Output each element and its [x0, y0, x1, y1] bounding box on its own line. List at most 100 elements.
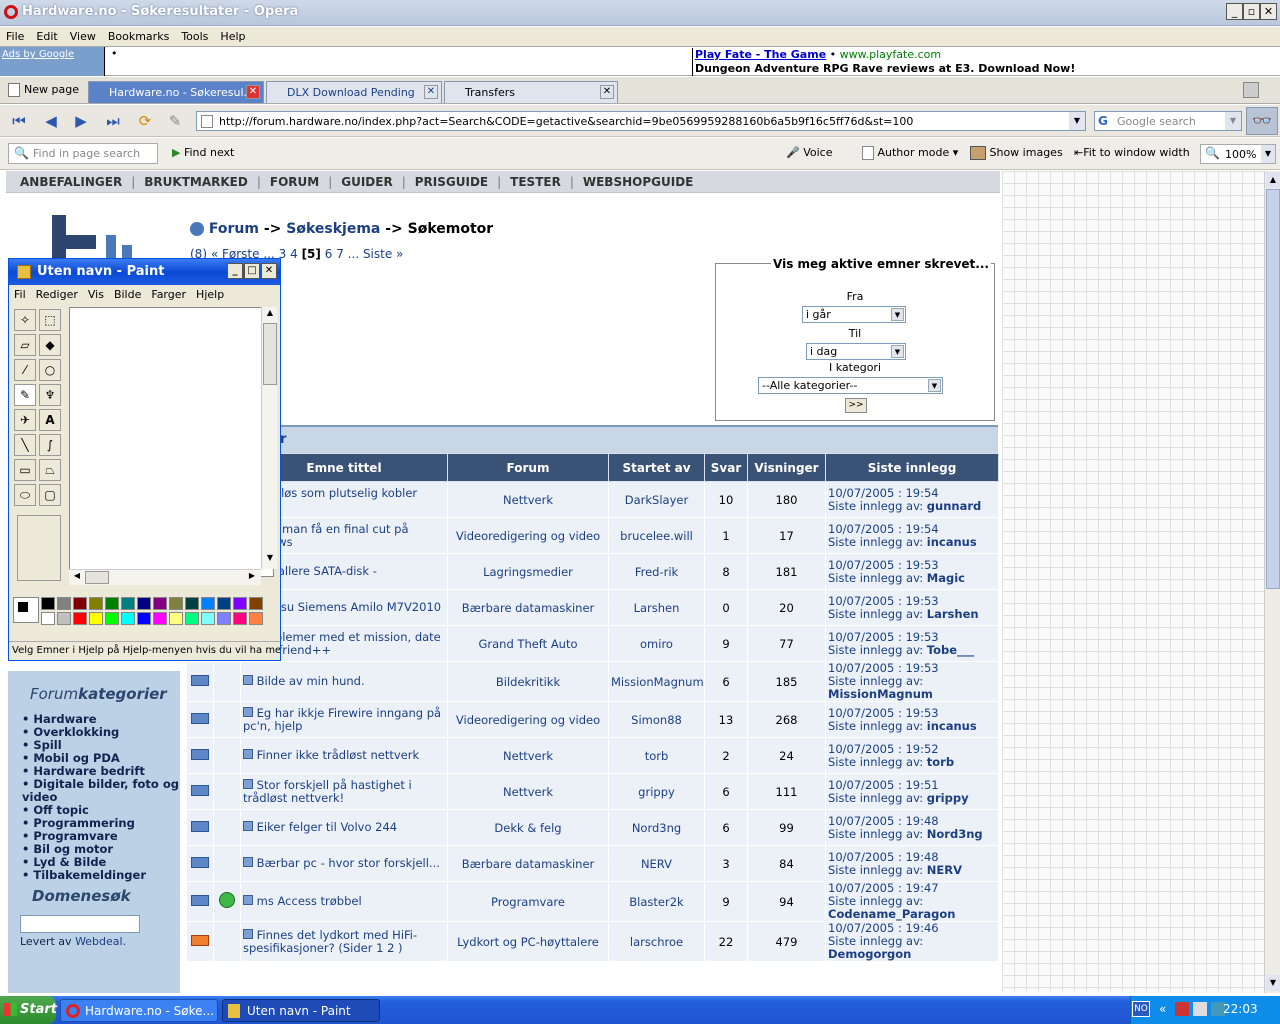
topic-title[interactable]: Eg har ikkje Firewire inngang på pc'n, h…: [243, 706, 441, 733]
brush-icon[interactable]: ♆: [39, 384, 61, 406]
topic-title[interactable]: Bilde av min hund.: [257, 674, 365, 688]
palette-color-swatch[interactable]: [201, 597, 215, 610]
page-7[interactable]: 7: [336, 247, 344, 261]
last-post-author[interactable]: Magic: [927, 571, 965, 585]
nav-prisguide[interactable]: PRISGUIDE: [415, 175, 488, 189]
last-post-author[interactable]: Nord3ng: [927, 827, 983, 841]
scroll-thumb[interactable]: [263, 323, 277, 385]
col-forum[interactable]: Forum: [447, 453, 609, 482]
scroll-left-icon[interactable]: ◀: [70, 571, 84, 585]
paint-menu-hjelp[interactable]: Hjelp: [191, 285, 229, 304]
nav-forum[interactable]: FORUM: [270, 175, 319, 189]
palette-color-swatch[interactable]: [153, 597, 167, 610]
palette-color-swatch[interactable]: [217, 597, 231, 610]
forward-icon[interactable]: ▶: [70, 111, 92, 131]
palette-color-swatch[interactable]: [185, 612, 199, 625]
scroll-down-icon[interactable]: ▼: [1266, 975, 1280, 991]
tray-expand-icon[interactable]: «: [1159, 1002, 1166, 1016]
rectangle-icon[interactable]: ▭: [14, 459, 36, 481]
category-item[interactable]: • Tilbakemeldinger: [22, 869, 182, 882]
palette-color-swatch[interactable]: [217, 612, 231, 625]
ad-url[interactable]: www.playfate.com: [840, 48, 941, 61]
last-post-author[interactable]: Tobe___: [927, 643, 975, 657]
topic-title[interactable]: Eiker felger til Volvo 244: [257, 820, 397, 834]
last-post-author[interactable]: Codename_Paragon: [828, 907, 955, 921]
search-dropdown-icon[interactable]: ▼: [1225, 112, 1241, 130]
topic-forum[interactable]: Programvare: [491, 895, 565, 909]
nav-bruktmarked[interactable]: BRUKTMARKED: [144, 175, 248, 189]
breadcrumb-sokeskjema[interactable]: Søkeskjema: [286, 221, 380, 237]
topic-title[interactable]: Finnes det lydkort med HiFi-spesifikasjo…: [243, 928, 417, 955]
topic-starter[interactable]: MissionMagnum: [611, 675, 704, 689]
topic-starter[interactable]: Blaster2k: [629, 895, 683, 909]
topic-forum[interactable]: Bærbare datamaskiner: [462, 601, 595, 615]
topic-starter[interactable]: Nord3ng: [632, 821, 681, 835]
paint-minimize-button[interactable]: _: [227, 263, 243, 279]
topic-starter[interactable]: grippy: [638, 785, 675, 799]
topic-forum[interactable]: Dekk & felg: [494, 821, 561, 835]
palette-color-swatch[interactable]: [169, 597, 183, 610]
topic-forum[interactable]: Grand Theft Auto: [478, 637, 577, 651]
menu-help[interactable]: Help: [214, 27, 251, 43]
palette-color-swatch[interactable]: [57, 597, 71, 610]
to-select[interactable]: i dag ▼: [806, 343, 906, 360]
page-scrollbar[interactable]: ▲ ▼: [1264, 171, 1280, 993]
topic-title[interactable]: Bærbar pc - hvor stor forskjell...: [257, 856, 440, 870]
palette-color-swatch[interactable]: [41, 597, 55, 610]
tool-options[interactable]: [17, 515, 61, 581]
line-icon[interactable]: ╲: [14, 434, 36, 456]
last-post-author[interactable]: grippy: [927, 791, 969, 805]
last-post-author[interactable]: incanus: [927, 535, 977, 549]
palette-color-swatch[interactable]: [89, 597, 103, 610]
palette-color-swatch[interactable]: [105, 597, 119, 610]
last-post-author[interactable]: gunnard: [927, 499, 981, 513]
last-post-author[interactable]: torb: [927, 755, 954, 769]
from-select[interactable]: i går ▼: [802, 306, 906, 323]
topic-forum[interactable]: Bærbare datamaskiner: [462, 857, 595, 871]
filter-go-button[interactable]: >>: [845, 398, 867, 413]
picker-icon[interactable]: ⁄: [14, 359, 36, 381]
fill-icon[interactable]: ◆: [39, 334, 61, 356]
palette-color-swatch[interactable]: [201, 612, 215, 625]
restore-button[interactable]: ▫: [1243, 3, 1260, 20]
paint-vscroll[interactable]: ▲ ▼: [261, 307, 277, 569]
address-field[interactable]: http://forum.hardware.no/index.php?act=S…: [196, 111, 1086, 131]
tab-dlx[interactable]: DLX Download Pending ✕: [266, 81, 442, 103]
tab-close-icon[interactable]: ✕: [600, 85, 614, 99]
nav-anbefalinger[interactable]: ANBEFALINGER: [20, 175, 122, 189]
rounded-rect-icon[interactable]: ▢: [39, 484, 61, 506]
menu-tools[interactable]: Tools: [175, 27, 214, 43]
palette-color-swatch[interactable]: [137, 597, 151, 610]
topic-starter[interactable]: torb: [645, 749, 669, 763]
zoom-dropdown-icon[interactable]: ▼: [1261, 145, 1275, 163]
tray-network-icon[interactable]: [1175, 1002, 1189, 1016]
scroll-up-icon[interactable]: ▲: [263, 308, 277, 322]
palette-color-swatch[interactable]: [73, 597, 87, 610]
find-input[interactable]: 🔍 Find in page search: [8, 143, 158, 164]
topic-title[interactable]: ms Access trøbbel: [257, 894, 362, 908]
eraser-icon[interactable]: ▱: [14, 334, 36, 356]
new-page-button[interactable]: New page: [8, 83, 79, 97]
fit-width-button[interactable]: ⇤Fit to window width: [1074, 146, 1190, 159]
back-icon[interactable]: ◀: [40, 111, 62, 131]
tray-volume-icon[interactable]: [1193, 1002, 1207, 1016]
breadcrumb-forum[interactable]: Forum: [209, 221, 259, 237]
menu-view[interactable]: View: [64, 27, 102, 43]
topic-starter[interactable]: larschroe: [630, 935, 683, 949]
topic-forum[interactable]: Videoredigering og video: [456, 713, 600, 727]
page-6[interactable]: 6: [325, 247, 333, 261]
last-post-author[interactable]: incanus: [927, 719, 977, 733]
language-indicator[interactable]: NO: [1132, 1001, 1150, 1017]
topic-starter[interactable]: NERV: [641, 857, 672, 871]
scroll-right-icon[interactable]: ▶: [245, 571, 259, 585]
topic-title[interactable]: Stor forskjell på hastighet i trådløst n…: [243, 778, 412, 805]
topic-forum[interactable]: Lydkort og PC-høyttalere: [457, 935, 599, 949]
last-post-author[interactable]: NERV: [927, 863, 962, 877]
col-last[interactable]: Siste innlegg: [825, 453, 999, 482]
palette-color-swatch[interactable]: [169, 612, 183, 625]
nav-tester[interactable]: TESTER: [510, 175, 561, 189]
scroll-thumb[interactable]: [85, 571, 109, 584]
curve-icon[interactable]: ∫: [39, 434, 61, 456]
tab-close-icon[interactable]: ✕: [424, 85, 438, 99]
taskbar-paint[interactable]: Uten navn - Paint: [222, 999, 380, 1022]
